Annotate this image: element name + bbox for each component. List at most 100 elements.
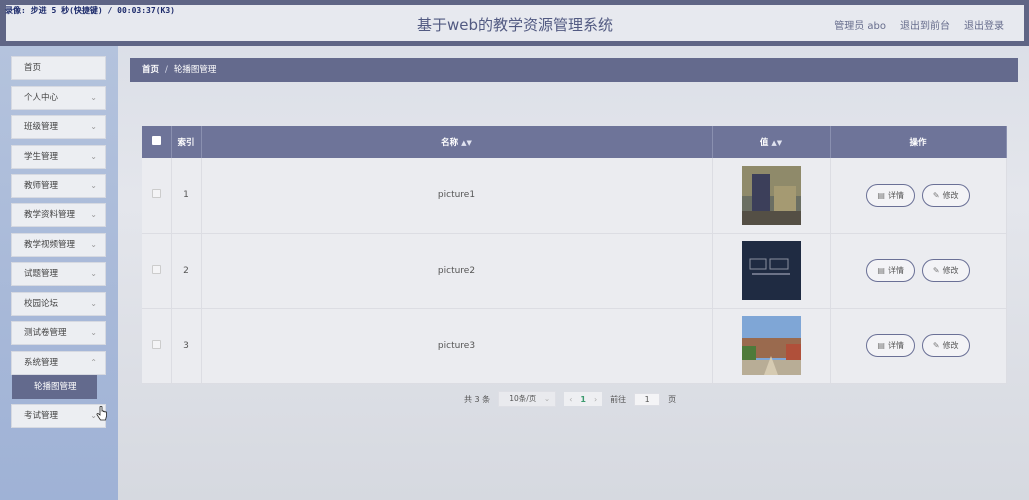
sidebar-item-campus-forum[interactable]: 校园论坛 ⌄ — [11, 292, 106, 316]
sidebar-item-label: 首页 — [24, 63, 42, 73]
row-checkbox[interactable] — [151, 264, 161, 274]
sidebar-item-label: 测试卷管理 — [24, 328, 67, 338]
sidebar-item-home[interactable]: 首页 — [11, 56, 106, 80]
hand-cursor-icon — [96, 406, 107, 421]
chevron-down-icon: ⌄ — [90, 122, 97, 131]
logout-link[interactable]: 退出登录 — [964, 17, 1004, 32]
row-select-cell — [142, 308, 172, 384]
value-cell — [712, 308, 831, 384]
row-select-cell — [142, 158, 172, 234]
sidebar-item-teacher-management[interactable]: 教师管理 ⌄ — [11, 174, 106, 198]
chevron-down-icon: ⌄ — [90, 299, 97, 308]
recording-overlay-label: 录像: 步进 5 秒(快捷键) / 00:03:37(K3) — [5, 6, 175, 15]
edit-button[interactable]: ✎ 修改 — [921, 183, 970, 207]
document-icon: ▤ — [877, 341, 885, 350]
sidebar-item-teaching-materials[interactable]: 教学资料管理 ⌄ — [11, 203, 106, 227]
breadcrumb: 首页 / 轮播图管理 — [130, 58, 1018, 82]
detail-button[interactable]: ▤ 详情 — [866, 334, 915, 357]
name-cell: picture2 — [201, 233, 713, 309]
chevron-down-icon: ⌄ — [90, 240, 97, 249]
edit-button[interactable]: ✎ 修改 — [921, 259, 970, 282]
column-header-value[interactable]: 值 ▲▼ — [712, 126, 831, 158]
table-row: 3 picture3 ▤ 详情 ✎ 修改 — [142, 308, 1007, 384]
actions-cell: ▤ 详情 ✎ 修改 — [830, 233, 1007, 309]
sidebar-item-label: 教学资料管理 — [24, 210, 76, 220]
chevron-up-icon: ⌃ — [90, 358, 97, 367]
header-links: 管理员 abo 退出到前台 退出登录 — [834, 17, 1004, 32]
page-size-select[interactable]: 10条/页 ⌄ — [498, 391, 557, 407]
prev-page-icon[interactable]: ‹ — [569, 395, 572, 404]
pencil-icon: ✎ — [932, 190, 940, 200]
current-page-number[interactable]: 1 — [580, 395, 586, 404]
detail-button[interactable]: ▤ 详情 — [866, 259, 915, 282]
sidebar-item-class-management[interactable]: 班级管理 ⌄ — [11, 115, 106, 139]
exit-to-frontend-link[interactable]: 退出到前台 — [900, 17, 950, 32]
breadcrumb-separator: / — [165, 65, 168, 75]
select-all-checkbox[interactable] — [151, 136, 161, 145]
page-jump-input[interactable]: 1 — [634, 392, 661, 406]
index-cell: 1 — [171, 158, 202, 234]
pencil-icon: ✎ — [932, 341, 940, 350]
sidebar-item-label: 教学视频管理 — [24, 240, 76, 250]
actions-cell: ▤ 详情 ✎ 修改 — [830, 158, 1007, 234]
sidebar-item-student-management[interactable]: 学生管理 ⌄ — [11, 145, 106, 169]
index-cell: 2 — [171, 233, 202, 309]
sidebar-item-question-management[interactable]: 试题管理 ⌄ — [11, 262, 106, 286]
name-cell: picture1 — [201, 158, 713, 234]
row-select-cell — [142, 233, 172, 309]
sidebar-item-test-paper-management[interactable]: 测试卷管理 ⌄ — [11, 321, 106, 345]
column-header-index: 索引 — [171, 126, 202, 158]
sidebar-item-label: 班级管理 — [24, 122, 59, 132]
total-count: 共 3 条 — [464, 394, 491, 404]
sort-icon[interactable]: ▲▼ — [461, 139, 472, 147]
next-page-icon[interactable]: › — [594, 395, 597, 404]
value-cell — [712, 158, 831, 234]
chevron-down-icon: ⌄ — [90, 328, 97, 337]
breadcrumb-current: 轮播图管理 — [173, 65, 217, 75]
actions-cell: ▤ 详情 ✎ 修改 — [830, 308, 1007, 384]
chevron-down-icon: ⌄ — [543, 394, 551, 403]
sidebar-item-label: 教师管理 — [24, 181, 59, 191]
sidebar-item-label: 校园论坛 — [24, 299, 59, 309]
sidebar-item-label: 学生管理 — [24, 152, 59, 162]
sidebar-subitem-carousel-management[interactable]: 轮播图管理 — [12, 375, 97, 399]
sidebar-item-system-management[interactable]: 系统管理 ⌃ — [11, 351, 106, 375]
sidebar-item-label: 试题管理 — [24, 269, 59, 279]
carousel-thumbnail-image[interactable] — [741, 316, 801, 375]
chevron-down-icon: ⌄ — [90, 210, 97, 219]
column-header-actions: 操作 — [830, 126, 1007, 158]
detail-button[interactable]: ▤ 详情 — [866, 183, 915, 207]
admin-user-link[interactable]: 管理员 abo — [834, 17, 886, 32]
goto-label: 前往 — [610, 394, 627, 404]
row-checkbox[interactable] — [151, 339, 161, 349]
pencil-icon: ✎ — [932, 266, 940, 275]
sidebar-item-personal-center[interactable]: 个人中心 ⌄ — [11, 86, 106, 110]
document-icon: ▤ — [877, 266, 885, 275]
sidebar-item-teaching-videos[interactable]: 教学视频管理 ⌄ — [11, 233, 106, 257]
name-cell: picture3 — [201, 308, 713, 384]
page-unit-label: 页 — [668, 394, 677, 404]
table-row: 1 picture1 ▤ 详情 ✎ 修改 — [142, 158, 1007, 234]
document-icon: ▤ — [877, 190, 885, 200]
sort-icon[interactable]: ▲▼ — [771, 139, 782, 147]
table-header-row: 索引 名称 ▲▼ 值 ▲▼ 操作 — [142, 126, 1007, 158]
value-cell — [712, 233, 831, 309]
edit-button[interactable]: ✎ 修改 — [921, 334, 970, 357]
sidebar-item-label: 考试管理 — [24, 411, 59, 421]
chevron-down-icon: ⌄ — [90, 152, 97, 161]
page-navigator: ‹ 1 › — [564, 392, 603, 406]
carousel-table: 索引 名称 ▲▼ 值 ▲▼ 操作 1 picture1 ▤ 详情 ✎ 修改 2 … — [142, 126, 1007, 384]
breadcrumb-home[interactable]: 首页 — [142, 65, 159, 75]
chevron-down-icon: ⌄ — [90, 181, 97, 190]
carousel-thumbnail-image[interactable] — [741, 165, 801, 225]
row-checkbox[interactable] — [151, 189, 161, 199]
sidebar-item-label: 系统管理 — [24, 358, 59, 368]
column-header-name[interactable]: 名称 ▲▼ — [201, 126, 713, 158]
chevron-down-icon: ⌄ — [90, 93, 97, 102]
carousel-thumbnail-image[interactable] — [741, 241, 801, 300]
sidebar-item-label: 个人中心 — [24, 93, 59, 103]
chevron-down-icon: ⌄ — [90, 269, 97, 278]
index-cell: 3 — [171, 308, 202, 384]
select-all-header — [142, 126, 172, 158]
sidebar-item-exam-management[interactable]: 考试管理 ⌄ — [11, 404, 106, 428]
